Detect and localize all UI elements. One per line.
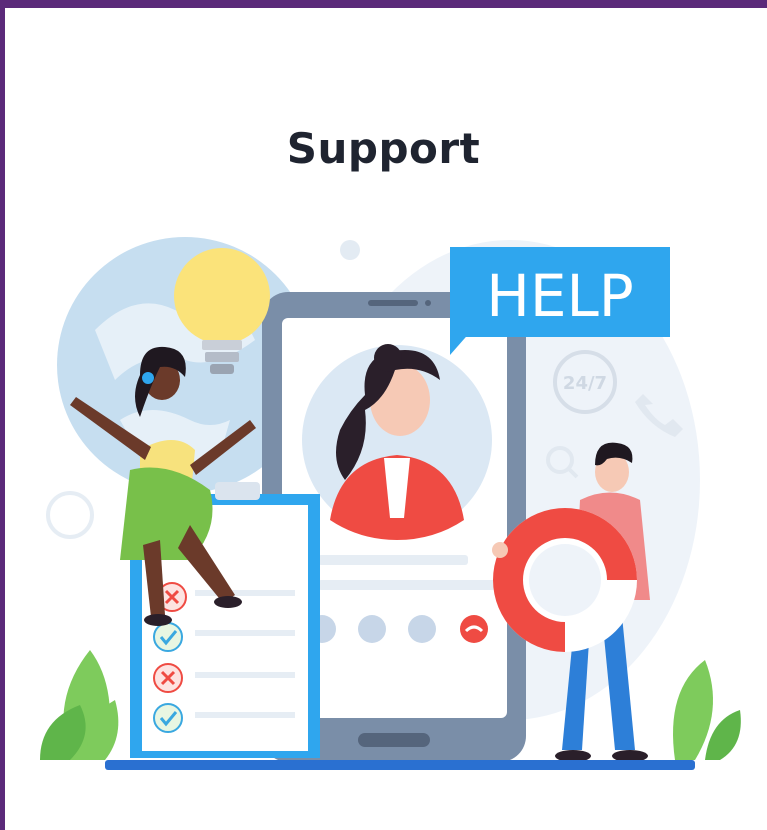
woman-shoe	[214, 596, 242, 608]
checklist-line	[195, 672, 295, 678]
speech-dot	[340, 240, 360, 260]
agent-hair-bun	[374, 344, 402, 372]
checklist-clip	[215, 482, 260, 500]
check-icon	[153, 622, 183, 652]
checklist-line	[195, 630, 295, 636]
bulb-base	[205, 352, 239, 362]
call-speaker-button	[408, 615, 436, 643]
call-mic-button	[358, 615, 386, 643]
support-illustration: HELP 24/7	[40, 237, 741, 770]
checklist-line	[195, 590, 295, 596]
check-icon	[153, 703, 183, 733]
phone-home-button	[358, 733, 430, 747]
phone-camera	[425, 300, 431, 306]
ground-bar	[105, 760, 695, 770]
help-sign-text: HELP	[486, 262, 634, 330]
man-hand	[492, 542, 508, 558]
lightbulb-icon	[174, 248, 270, 344]
checklist-line	[195, 712, 295, 718]
bulb-base	[202, 340, 242, 350]
headset-icon	[46, 491, 94, 539]
screen-line	[318, 555, 468, 565]
screen-line	[318, 580, 508, 590]
plant-leaf	[673, 660, 713, 760]
call-hangup-button	[460, 615, 488, 643]
woman-shoe	[144, 614, 172, 626]
bulb-base	[210, 364, 234, 374]
clock-label: 24/7	[563, 373, 607, 394]
headset-icon	[142, 372, 154, 384]
lifebuoy-hole	[529, 544, 601, 616]
phone-speaker	[368, 300, 418, 306]
